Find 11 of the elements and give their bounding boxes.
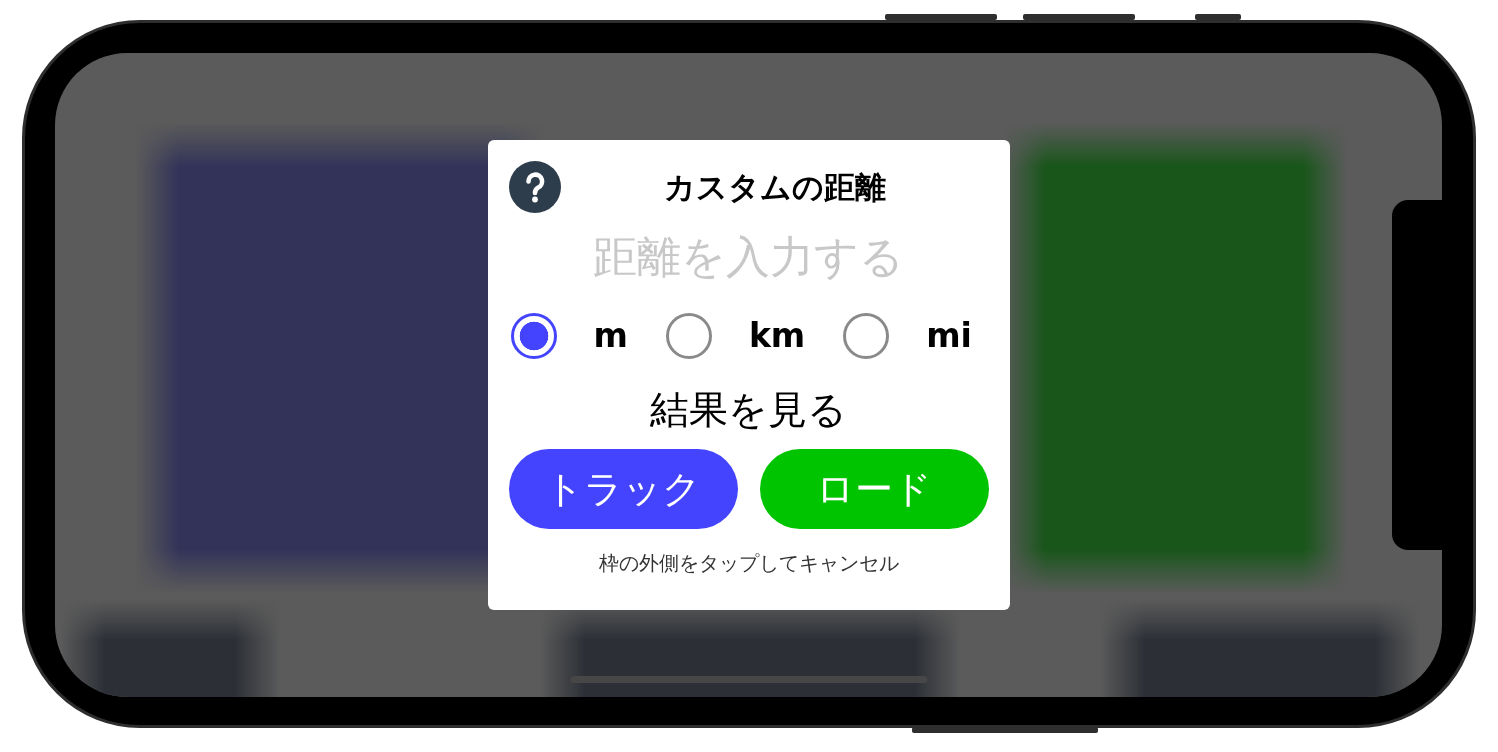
dialog-title: カスタムの距離	[663, 169, 886, 205]
unit-label[interactable]: mi	[926, 316, 972, 356]
results-label: 結果を見る	[650, 387, 847, 432]
radio-button[interactable]	[665, 313, 712, 359]
unit-label[interactable]: km	[748, 316, 806, 356]
cancel-hint: 枠の外側をタップしてキャンセル	[598, 551, 899, 575]
unit-label[interactable]: m	[593, 316, 628, 356]
help-icon[interactable]	[508, 161, 561, 213]
radio-button[interactable]	[843, 313, 890, 359]
radio-button[interactable]	[510, 313, 557, 359]
result-button[interactable]: トラック	[508, 449, 738, 529]
